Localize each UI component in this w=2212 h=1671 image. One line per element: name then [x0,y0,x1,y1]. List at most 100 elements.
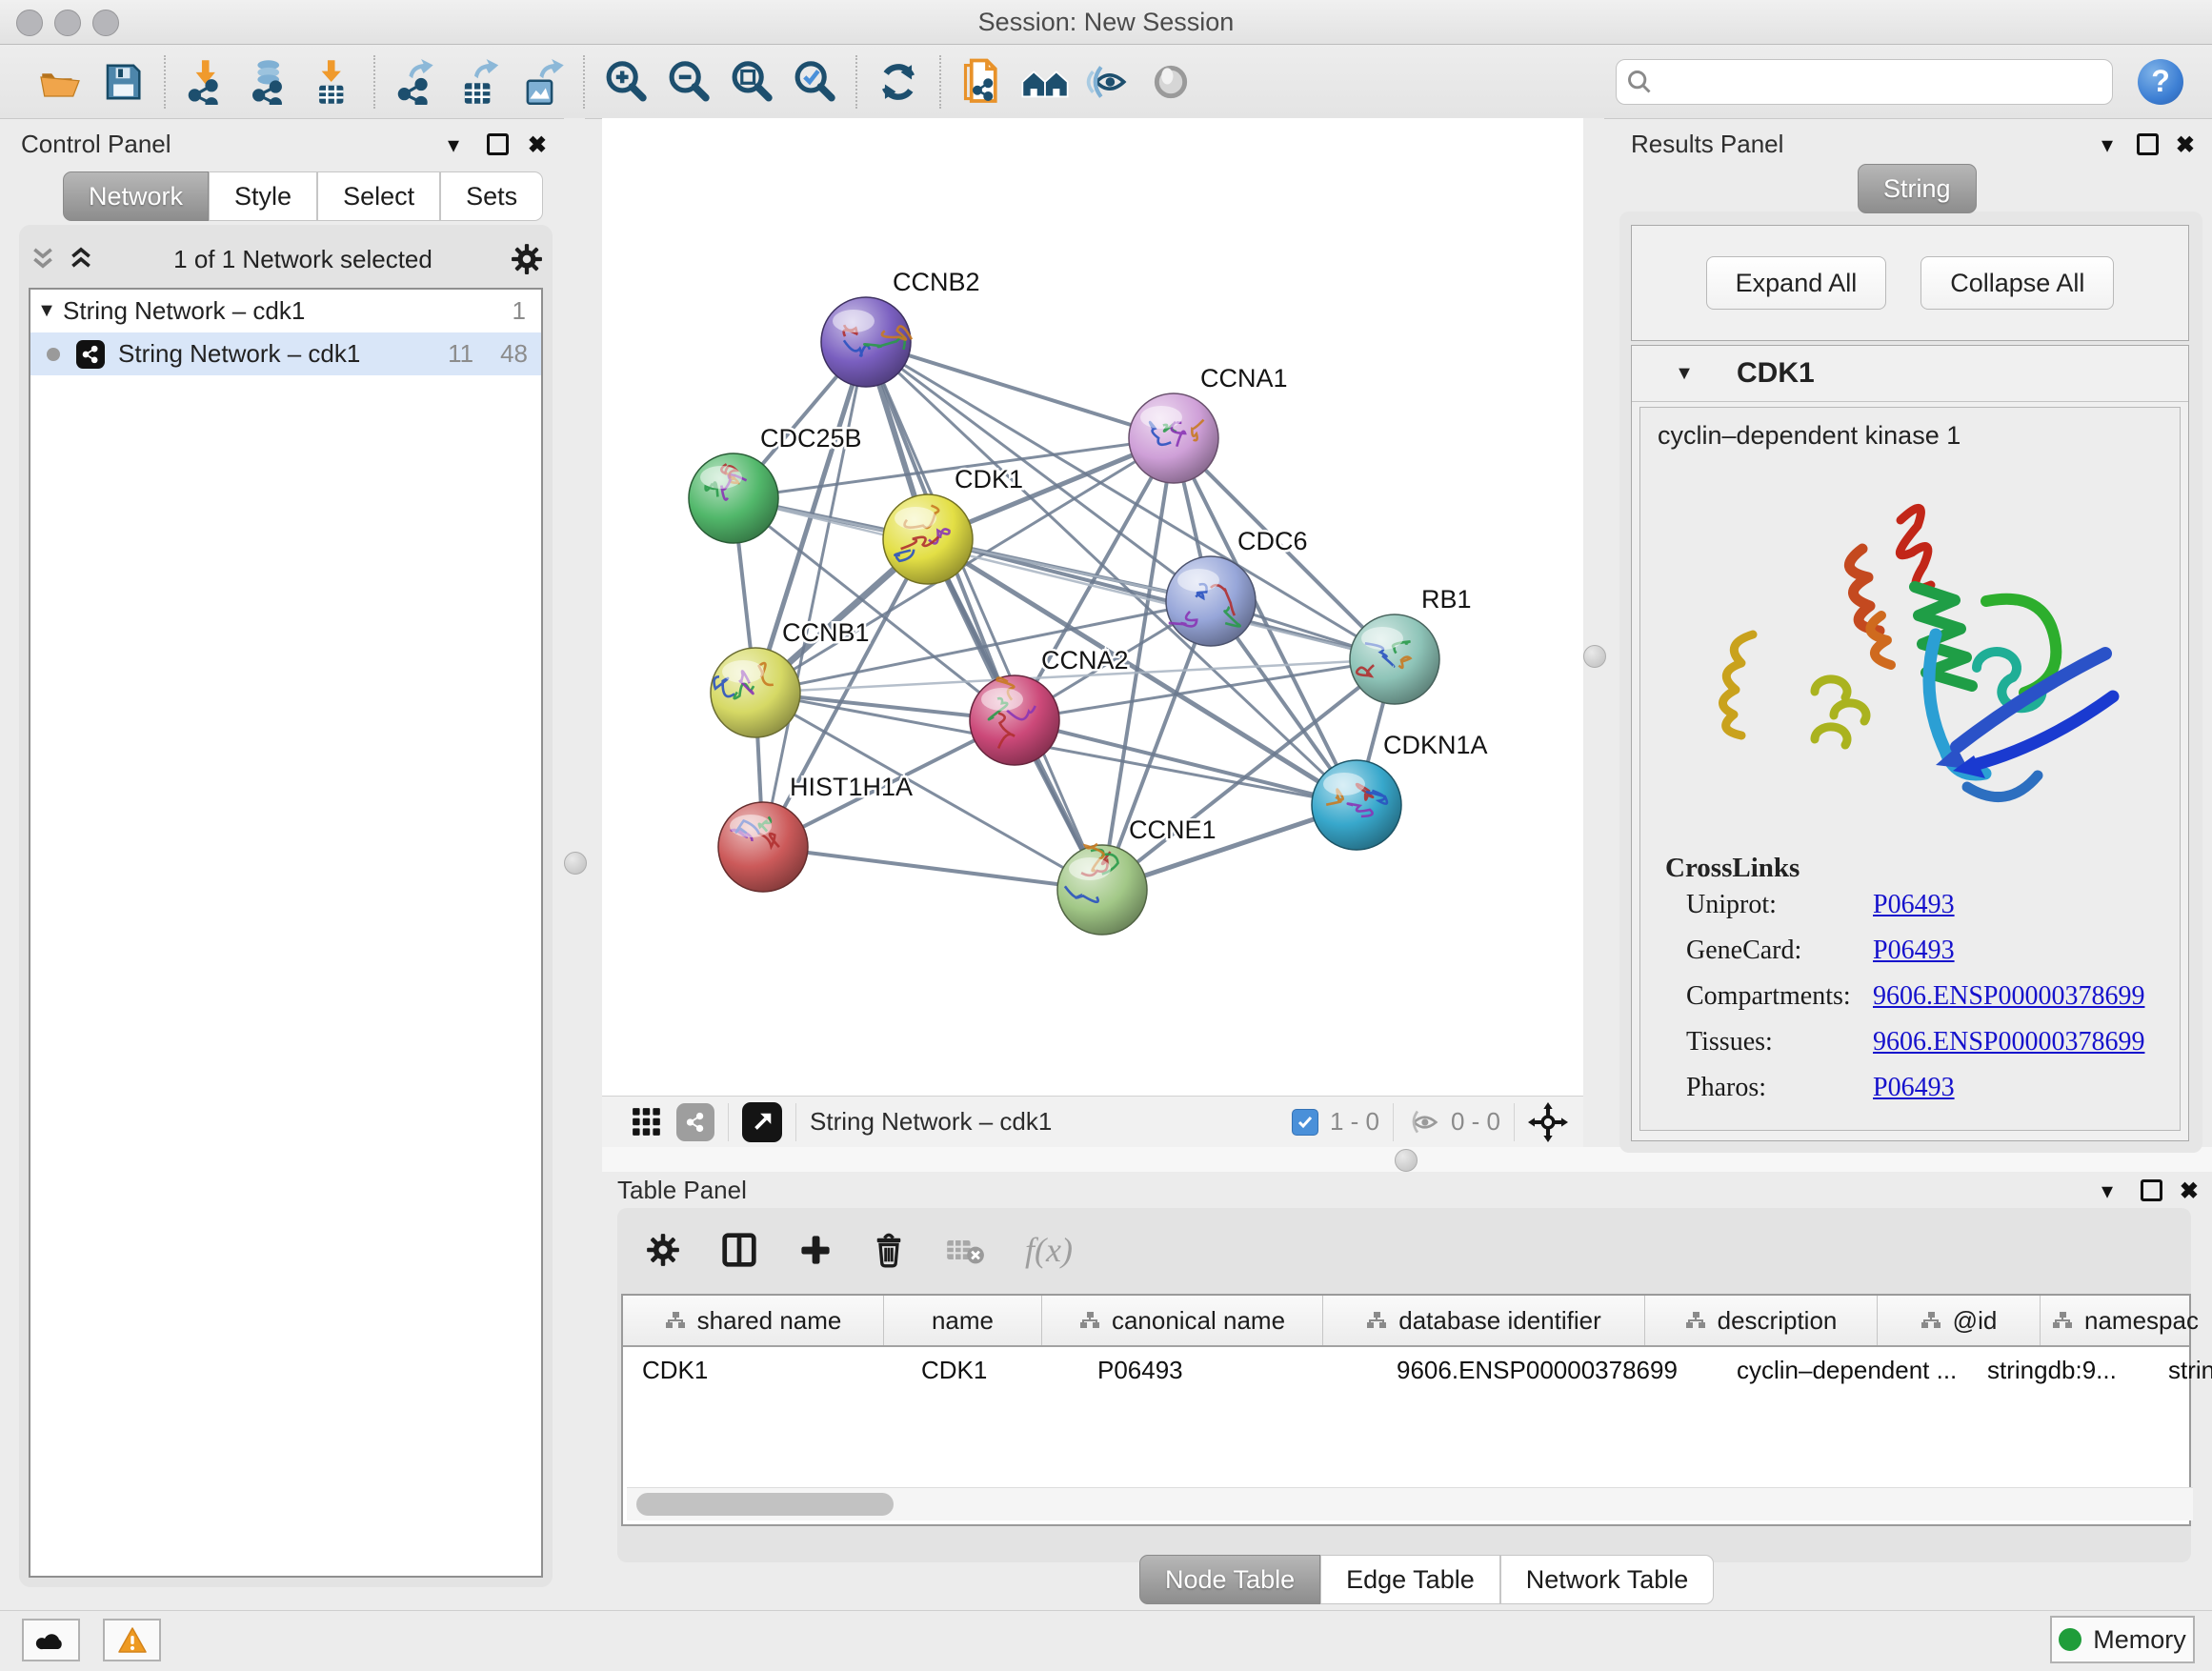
cloud-status-button[interactable] [22,1619,80,1661]
zoom-fit-button[interactable] [720,53,783,111]
tab-network[interactable]: Network [63,171,209,221]
network-collection-row[interactable]: ▼ String Network – cdk1 1 [30,290,541,332]
database-network-icon [248,59,292,105]
table-panel-close-icon[interactable]: ✖ [2180,1178,2199,1205]
save-session-button[interactable] [91,53,154,111]
memory-button[interactable]: Memory [2050,1616,2195,1663]
export-table-button[interactable] [448,53,511,111]
crosslink-pharos[interactable]: P06493 [1873,1073,2180,1103]
network-canvas[interactable]: CCNB2CCNA1CDC25BCDK1CDC6RB1CCNB1CCNA2CDK… [602,118,1583,1096]
network-node-CCNA1[interactable]: CCNA1 [1129,364,1288,483]
tree-expand-icon[interactable]: ▼ [30,300,63,322]
warning-status-button[interactable] [103,1619,161,1661]
column-header-description[interactable]: description [1645,1296,1878,1345]
collapse-all-button[interactable]: Collapse All [1920,256,2114,310]
network-graph: CCNB2CCNA1CDC25BCDK1CDC6RB1CCNB1CCNA2CDK… [602,118,1583,1096]
crosslink-uniprot[interactable]: P06493 [1873,890,2180,920]
open-session-button[interactable] [29,53,91,111]
add-column-icon[interactable] [798,1233,833,1267]
network-row-selected[interactable]: String Network – cdk1 11 48 [30,332,541,375]
left-splitter[interactable] [564,118,585,1610]
import-table-button[interactable] [301,53,364,111]
search-input[interactable] [1653,68,2102,96]
birdseye-view-button[interactable] [742,1102,782,1142]
network-from-file-button[interactable] [951,53,1014,111]
right-splitter-knob[interactable] [1583,645,1606,668]
network-view-title: String Network – cdk1 [810,1107,1052,1137]
string-view-badge[interactable] [676,1103,714,1141]
node-label-CDC6: CDC6 [1237,527,1308,555]
toolbar-separator [373,55,375,109]
control-panel-collapse-icon[interactable]: ▾ [448,131,459,159]
control-panel-float-icon[interactable] [487,133,509,160]
crosslink-genecard[interactable]: P06493 [1873,936,2180,966]
tab-network-table[interactable]: Network Table [1500,1555,1715,1604]
fit-content-icon[interactable] [1528,1102,1568,1142]
import-network-database-button[interactable] [238,53,301,111]
horizontal-splitter-knob[interactable] [1395,1149,1418,1172]
column-header-shared-name[interactable]: shared name [623,1296,884,1345]
gear-icon[interactable] [511,243,543,275]
tab-style[interactable]: Style [209,171,317,221]
control-panel-close-icon[interactable]: ✖ [528,131,547,159]
zoom-in-button[interactable] [594,53,657,111]
collapse-all-icon[interactable] [29,247,57,272]
results-panel-close-icon[interactable]: ✖ [2176,131,2195,159]
collection-count: 1 [513,296,526,326]
column-header-namespace[interactable]: namespac [2041,1296,2210,1345]
show-columns-icon[interactable] [720,1232,758,1268]
hide-unhide-button[interactable] [1076,53,1139,111]
right-splitter[interactable] [1583,118,1604,1147]
refresh-button[interactable] [867,53,930,111]
tab-node-table[interactable]: Node Table [1139,1555,1320,1604]
results-panel: Results Panel ▾ ✖ String Expand All Coll… [1604,118,2212,1157]
network-node-RB1[interactable]: RB1 [1350,585,1472,704]
network-node-CCNE1[interactable]: CCNE1 [1057,815,1217,935]
results-panel-float-icon[interactable] [2137,133,2159,160]
tab-select[interactable]: Select [317,171,440,221]
crosslink-compartments[interactable]: 9606.ENSP00000378699 [1873,981,2180,1012]
tab-string[interactable]: String [1858,164,1977,213]
scrollbar-thumb[interactable] [636,1493,894,1516]
export-image-button[interactable] [511,53,573,111]
table-horizontal-scrollbar[interactable] [627,1487,2193,1520]
protein-structure-image [1686,468,2134,839]
search-field[interactable] [1616,59,2113,105]
network-node-CDK1[interactable]: CDK1 [883,465,1023,584]
section-collapse-icon[interactable]: ▼ [1632,363,1737,385]
export-network-button[interactable] [385,53,448,111]
memory-status-dot [2059,1628,2081,1651]
string-home-button[interactable] [1014,53,1076,111]
node-label-HIST1H1A: HIST1H1A [790,773,913,801]
selected-nodes-checkbox[interactable] [1292,1109,1318,1136]
expand-all-icon[interactable] [67,247,95,272]
column-header-name[interactable]: name [884,1296,1042,1345]
delete-column-icon[interactable] [873,1232,905,1268]
left-splitter-knob[interactable] [564,852,587,875]
show-graphics-details-button[interactable] [1139,53,1202,111]
column-header-canonical-name[interactable]: canonical name [1042,1296,1323,1345]
table-row[interactable]: CDK1 CDK1 P06493 9606.ENSP00000378699 cy… [623,1347,2189,1393]
table-gear-icon[interactable] [646,1233,680,1267]
results-panel-collapse-icon[interactable]: ▾ [2101,131,2113,159]
column-header-id[interactable]: @id [1878,1296,2041,1345]
network-node-CCNB1[interactable]: CCNB1 [711,618,870,737]
network-node-CDC6[interactable]: CDC6 [1166,527,1308,646]
help-button[interactable]: ? [2138,59,2183,105]
tab-edge-table[interactable]: Edge Table [1320,1555,1500,1604]
zoom-selected-button[interactable] [783,53,846,111]
grid-view-icon[interactable] [631,1106,663,1138]
table-panel-float-icon[interactable] [2141,1179,2162,1206]
crosslink-tissues[interactable]: 9606.ENSP00000378699 [1873,1027,2180,1057]
tab-sets[interactable]: Sets [440,171,543,221]
column-header-database-identifier[interactable]: database identifier [1323,1296,1645,1345]
table-header-row: shared name name canonical name database… [623,1296,2189,1347]
network-node-CDKN1A[interactable]: CDKN1A [1312,731,1488,850]
zoom-fit-icon [730,60,774,104]
zoom-out-button[interactable] [657,53,720,111]
import-network-file-button[interactable] [175,53,238,111]
export-network-icon [394,59,438,105]
table-panel-collapse-icon[interactable]: ▾ [2101,1178,2113,1205]
expand-all-button[interactable]: Expand All [1706,256,1887,310]
network-node-HIST1H1A[interactable]: HIST1H1A [718,773,913,892]
